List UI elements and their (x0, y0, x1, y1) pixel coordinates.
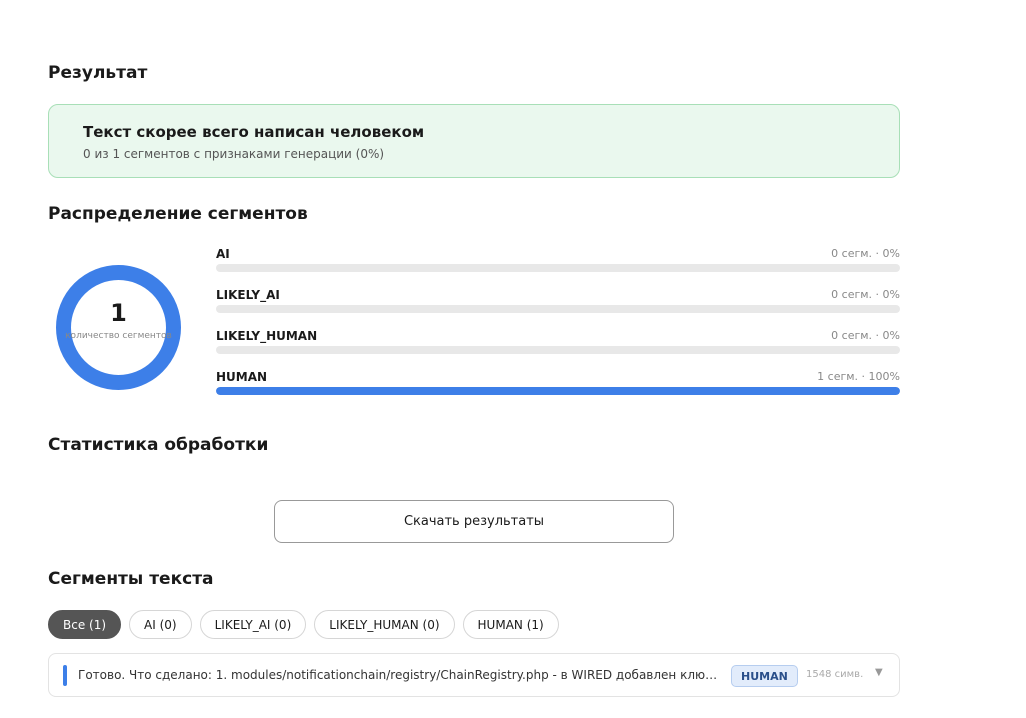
dist-row-likely-human: LIKELY_HUMAN 0 сегм. · 0% (216, 329, 900, 359)
segment-color-marker (63, 665, 67, 686)
donut-total: 1 (110, 299, 127, 327)
dist-row-count: 0 сегм. · 0% (831, 329, 900, 342)
dist-row-count: 0 сегм. · 0% (831, 247, 900, 260)
dist-row-count: 1 сегм. · 100% (817, 370, 900, 383)
dist-row-track (216, 264, 900, 272)
donut-total-label: количество сегментов (65, 331, 172, 341)
dist-row-ai: AI 0 сегм. · 0% (216, 247, 900, 277)
distribution-title: Распределение сегментов (48, 204, 308, 224)
result-headline: Текст скорее всего написан человеком (83, 123, 425, 141)
result-card: Текст скорее всего написан человеком 0 и… (48, 104, 900, 178)
dist-row-name: LIKELY_AI (216, 288, 280, 302)
chevron-down-icon[interactable]: ▼ (875, 667, 883, 678)
dist-row-likely-ai: LIKELY_AI 0 сегм. · 0% (216, 288, 900, 318)
dist-row-track (216, 346, 900, 354)
filter-chip-ai[interactable]: AI (0) (129, 610, 192, 639)
segment-char-count: 1548 симв. (806, 669, 864, 680)
segment-item[interactable]: Готово. Что сделано: 1. modules/notifica… (48, 653, 900, 697)
dist-row-track (216, 305, 900, 313)
filter-chip-likely-human[interactable]: LIKELY_HUMAN (0) (314, 610, 455, 639)
segment-text: Готово. Что сделано: 1. modules/notifica… (78, 668, 718, 682)
dist-row-fill (216, 387, 900, 395)
segment-label-badge: HUMAN (731, 665, 798, 687)
result-summary: 0 из 1 сегментов с признаками генерации … (83, 147, 385, 161)
dist-row-name: AI (216, 247, 230, 261)
donut-center: 1 количество сегментов (56, 265, 181, 390)
stats-title: Статистика обработки (48, 435, 269, 455)
download-results-button[interactable]: Скачать результаты (274, 500, 674, 543)
segment-filter-bar: Все (1) AI (0) LIKELY_AI (0) LIKELY_HUMA… (48, 610, 559, 639)
dist-row-count: 0 сегм. · 0% (831, 288, 900, 301)
result-title: Результат (48, 63, 148, 83)
dist-row-name: LIKELY_HUMAN (216, 329, 318, 343)
filter-chip-all[interactable]: Все (1) (48, 610, 122, 639)
filter-chip-likely-ai[interactable]: LIKELY_AI (0) (199, 610, 307, 639)
dist-row-human: HUMAN 1 сегм. · 100% (216, 370, 900, 400)
filter-chip-human[interactable]: HUMAN (1) (462, 610, 559, 639)
dist-row-track (216, 387, 900, 395)
segments-title: Сегменты текста (48, 569, 214, 589)
dist-row-name: HUMAN (216, 370, 268, 384)
